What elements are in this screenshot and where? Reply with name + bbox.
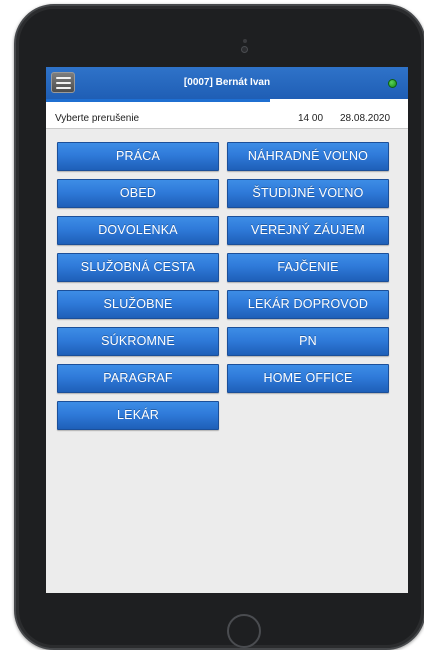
sluzobne-button[interactable]: SLUŽOBNE xyxy=(57,290,219,319)
nahradne-volno-button[interactable]: NÁHRADNÉ VOĽNO xyxy=(227,142,389,171)
sukromne-button[interactable]: SÚKROMNE xyxy=(57,327,219,356)
sluzobna-cesta-button[interactable]: SLUŽOBNÁ CESTA xyxy=(57,253,219,282)
home-office-button[interactable]: HOME OFFICE xyxy=(227,364,389,393)
lekar-button[interactable]: LEKÁR xyxy=(57,401,219,430)
lekar-doprovod-button[interactable]: LEKÁR DOPROVOD xyxy=(227,290,389,319)
studijne-volno-button[interactable]: ŠTUDIJNÉ VOĽNO xyxy=(227,179,389,208)
praca-button[interactable]: PRÁCA xyxy=(57,142,219,171)
fajcenie-button[interactable]: FAJČENIE xyxy=(227,253,389,282)
camera-icon xyxy=(241,46,248,53)
paragraf-button[interactable]: PARAGRAF xyxy=(57,364,219,393)
sensor-icon xyxy=(243,39,247,43)
home-button-icon[interactable] xyxy=(227,614,261,648)
verejny-zaujem-button[interactable]: VEREJNÝ ZÁUJEM xyxy=(227,216,389,245)
pn-button[interactable]: PN xyxy=(227,327,389,356)
obed-button[interactable]: OBED xyxy=(57,179,219,208)
app-screen: [0007] Bernát Ivan Vyberte prerušenie 14… xyxy=(46,67,408,593)
dovolenka-button[interactable]: DOVOLENKA xyxy=(57,216,219,245)
interruption-buttons: PRÁCA OBED DOVOLENKA SLUŽOBNÁ CESTA SLUŽ… xyxy=(46,67,408,593)
